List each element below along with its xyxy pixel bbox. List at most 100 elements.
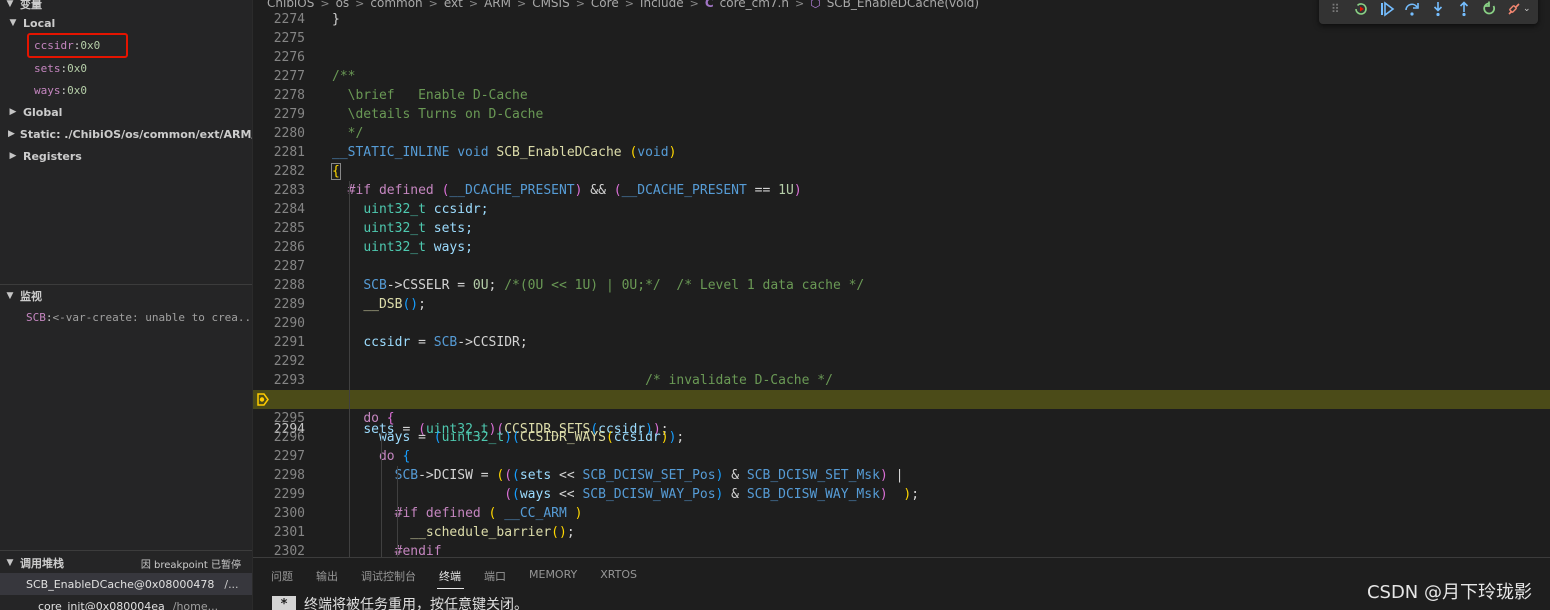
line-number: 2288: [273, 278, 305, 293]
code-line: 2277 /**: [253, 67, 1550, 86]
tab-memory[interactable]: MEMORY: [529, 566, 588, 589]
code-line: 2302 #endif: [253, 542, 1550, 557]
line-number: 2285: [273, 221, 305, 236]
breadcrumb-item[interactable]: ARM: [484, 0, 511, 10]
bottom-panel: 问题 输出 调试控制台 终端 端口 MEMORY XRTOS * 终端将被任务重…: [253, 557, 1550, 610]
breadcrumb-item[interactable]: ChibiOS: [267, 0, 314, 10]
breadcrumb-item[interactable]: common: [370, 0, 422, 10]
tab-debug-console[interactable]: 调试控制台: [361, 566, 427, 589]
code-token: SCB: [363, 278, 387, 293]
code-token: ): [668, 430, 677, 445]
callstack-frame[interactable]: SCB_EnableDCache@0x08000478 /...: [0, 573, 252, 595]
code-line: 2279 \details Turns on D-Cache: [253, 105, 1550, 124]
code-token: }: [332, 10, 340, 29]
scope-global[interactable]: ▶ Global: [0, 101, 252, 123]
tab-ports[interactable]: 端口: [484, 566, 517, 589]
continue-button[interactable]: [1351, 0, 1372, 20]
scope-label: Global: [23, 105, 63, 119]
code-token: uint32_t: [363, 202, 426, 217]
scope-local-label: Local: [23, 16, 56, 30]
code-editor[interactable]: ChibiOS > os > common > ext > ARM > CMSIS > Co…: [253, 0, 1550, 557]
breakpoint-current-icon[interactable]: [257, 393, 269, 406]
watch-item-scb[interactable]: SCB: <-var-create: unable to crea...: [0, 306, 252, 328]
code-token: ): [879, 487, 888, 502]
tab-terminal[interactable]: 终端: [437, 566, 472, 589]
breadcrumb-item[interactable]: Core: [591, 0, 619, 10]
tab-xrtos[interactable]: XRTOS: [600, 566, 648, 589]
chevron-down-icon: ▼: [9, 18, 17, 28]
code-token: SCB_DCISW_SET_Msk: [746, 468, 880, 483]
debug-sidebar: ▼ 变量 ▼ Local ccsidr: 0x0 sets: 0x0 ways:…: [0, 0, 253, 610]
code-token: ): [879, 468, 888, 483]
code-token: (: [504, 487, 513, 502]
step-into-button[interactable]: [1428, 0, 1449, 20]
code-token: SCB->DCISW = (((sets << SCB_DCISW_SET_Po…: [394, 468, 904, 483]
terminal-output[interactable]: * 终端将被任务重用，按任意键关闭。: [272, 594, 528, 610]
code-token: CCSIDR_WAYS: [519, 430, 606, 445]
code-token: __DSB();: [363, 297, 426, 312]
tab-output[interactable]: 输出: [316, 566, 349, 589]
breadcrumb-file[interactable]: core_cm7.h: [720, 0, 789, 10]
restart-button[interactable]: [1479, 0, 1500, 20]
code-token: 0U: [472, 278, 489, 293]
chevron-right-icon: ▶: [9, 151, 17, 161]
code-token: ways;: [433, 240, 473, 255]
code-line: 2292: [253, 352, 1550, 371]
code-token: ): [715, 468, 724, 483]
variable-sets[interactable]: sets: 0x0: [0, 57, 252, 79]
code-lines: 2274} 2275 2276 2277 /** 2278 \brief Enab…: [253, 10, 1550, 557]
code-line: 2288 SCB->CSSELR = 0U; /*(0U << 1U) | 0U…: [253, 276, 1550, 295]
scope-registers[interactable]: ▶ Registers: [0, 145, 252, 167]
line-number: 2276: [273, 50, 305, 65]
code-token: SCB_DCISW_WAY_Pos: [582, 487, 716, 502]
watch-section-title: 监视: [20, 290, 42, 303]
code-line: 2281 __STATIC_INLINE void SCB_EnableDCach…: [253, 143, 1550, 162]
code-token: __schedule_barrier: [410, 525, 552, 540]
line-number: 2292: [273, 354, 305, 369]
variables-section-title: 变量: [20, 0, 42, 11]
code-line: 2295 do {: [253, 409, 1550, 428]
drag-handle-icon[interactable]: ⠿: [1325, 0, 1346, 20]
breadcrumb-item[interactable]: Include: [640, 0, 684, 10]
disconnect-button[interactable]: ⌄: [1504, 0, 1532, 20]
variable-name: ways: [34, 83, 61, 97]
code-token: __DSB: [363, 297, 403, 312]
indent-guide: [381, 428, 382, 557]
chevron-right-icon: ▶: [9, 107, 17, 117]
indent-guide: [349, 181, 350, 557]
line-number: 2300: [273, 506, 305, 521]
variable-ways[interactable]: ways: 0x0: [0, 79, 252, 101]
code-token: )(: [504, 430, 520, 445]
code-token: void: [637, 145, 669, 160]
frame-path: /home...: [172, 599, 219, 610]
step-over-resume-button[interactable]: [1376, 0, 1397, 20]
code-token: /* invalidate D-Cache */: [332, 371, 833, 390]
code-token: sets;: [433, 221, 473, 236]
code-token: SCB: [394, 468, 419, 483]
code-token: ): [903, 487, 912, 502]
callstack-section-title: 调用堆栈: [20, 557, 64, 570]
scope-static[interactable]: ▶ Static: ./ChibiOS/os/common/ext/ARM/CM…: [0, 123, 252, 145]
line-number: 2277: [273, 69, 305, 84]
callstack-section-header[interactable]: ▼ 调用堆栈 因 breakpoint 已暂停: [0, 553, 252, 573]
code-token: uint32_t sets;: [332, 219, 473, 238]
code-token: __CC_ARM: [504, 506, 567, 521]
breadcrumb-item[interactable]: CMSIS: [532, 0, 570, 10]
scope-local[interactable]: ▼ Local: [0, 12, 252, 34]
code-line: 2289 __DSB();: [253, 295, 1550, 314]
code-line: 2280 */: [253, 124, 1550, 143]
code-token: do {: [332, 409, 394, 428]
line-number: 2302: [273, 544, 305, 557]
variable-name: sets: [34, 61, 61, 75]
tab-problems[interactable]: 问题: [271, 566, 304, 589]
watch-section-header[interactable]: ▼ 监视: [0, 286, 252, 306]
breadcrumb-item[interactable]: ext: [444, 0, 463, 10]
breadcrumb-item[interactable]: os: [336, 0, 350, 10]
line-number: 2278: [273, 88, 305, 103]
callstack-frame[interactable]: core_init@0x080004ea /home...: [0, 595, 252, 610]
watermark: CSDN @月下玲珑影: [1366, 582, 1532, 603]
breadcrumb-symbol[interactable]: SCB_EnableDCache(void): [827, 0, 979, 10]
step-out-button[interactable]: [1453, 0, 1474, 20]
code-token: (: [488, 506, 497, 521]
step-over-button[interactable]: [1402, 0, 1423, 20]
